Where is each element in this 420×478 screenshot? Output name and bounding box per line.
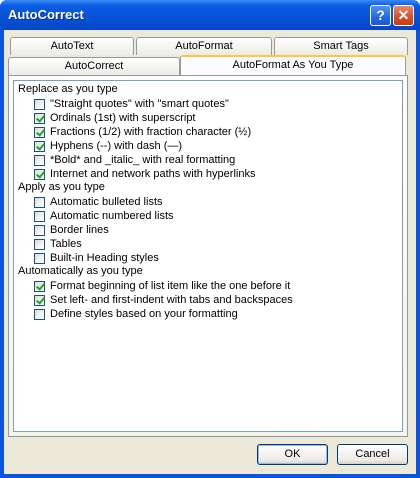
option-label: Define styles based on your formatting [50,308,238,320]
option-border-lines[interactable]: Border lines [34,223,109,237]
section-heading-automatically: Automatically as you type [18,265,143,277]
checkbox[interactable] [34,140,45,152]
ok-button[interactable]: OK [257,444,328,465]
option-define-styles[interactable]: Define styles based on your formatting [34,307,238,321]
title-bar[interactable]: AutoCorrect ? ✕ [0,0,420,30]
tab-label: AutoFormat As You Type [232,59,354,71]
checkbox[interactable] [34,168,45,180]
close-button[interactable]: ✕ [393,5,414,26]
option-label: Automatic bulleted lists [50,196,163,208]
autocorrect-dialog: AutoCorrect ? ✕ AutoText AutoFormat Smar… [0,0,420,478]
option-label: Internet and network paths with hyperlin… [50,168,256,180]
checkbox[interactable] [34,280,45,292]
option-bold-italic[interactable]: *Bold* and _italic_ with real formatting [34,153,235,167]
option-bulleted-lists[interactable]: Automatic bulleted lists [34,195,163,209]
option-label: Tables [50,238,82,250]
option-label: Format beginning of list item like the o… [50,280,291,292]
option-hyperlinks[interactable]: Internet and network paths with hyperlin… [34,167,255,181]
window-title: AutoCorrect [8,7,84,22]
tab-label: Smart Tags [313,40,369,52]
option-label: "Straight quotes" with "smart quotes" [50,98,229,110]
tab-autocorrect[interactable]: AutoCorrect [8,57,180,75]
checkbox[interactable] [34,154,45,166]
option-ordinals[interactable]: Ordinals (1st) with superscript [34,111,196,125]
close-icon: ✕ [397,7,410,23]
option-hyphens[interactable]: Hyphens (--) with dash (—) [34,139,182,153]
tab-panel: Replace as you type "Straight quotes" wi… [8,75,408,437]
checkbox[interactable] [34,252,45,264]
option-numbered-lists[interactable]: Automatic numbered lists [34,209,174,223]
option-label: Fractions (1/2) with fraction character … [50,126,252,138]
option-label: Border lines [50,224,109,236]
checkbox[interactable] [34,98,45,110]
checkbox[interactable] [34,126,45,138]
checkbox[interactable] [34,210,45,222]
option-smart-quotes[interactable]: "Straight quotes" with "smart quotes" [34,97,229,111]
help-icon: ? [376,7,385,23]
option-format-list-item[interactable]: Format beginning of list item like the o… [34,279,290,293]
option-set-indent[interactable]: Set left- and first-indent with tabs and… [34,293,293,307]
tab-autoformat-as-you-type[interactable]: AutoFormat As You Type [180,55,406,75]
section-heading-replace: Replace as you type [18,83,118,95]
option-label: *Bold* and _italic_ with real formatting [50,154,236,166]
checkbox[interactable] [34,196,45,208]
dialog-body: AutoText AutoFormat Smart Tags AutoCorre… [4,30,416,474]
option-fractions[interactable]: Fractions (1/2) with fraction character … [34,125,251,139]
checkbox[interactable] [34,308,45,320]
option-label: Automatic numbered lists [50,210,174,222]
tab-label: AutoFormat [175,40,233,52]
tab-label: AutoCorrect [64,60,124,72]
tab-autotext[interactable]: AutoText [10,37,134,55]
option-label: Built-in Heading styles [50,252,159,264]
checkbox[interactable] [34,238,45,250]
tab-autoformat[interactable]: AutoFormat [136,37,272,55]
option-label: Hyphens (--) with dash (—) [50,140,183,152]
option-tables[interactable]: Tables [34,237,82,251]
option-label: Set left- and first-indent with tabs and… [50,294,293,306]
checkbox[interactable] [34,224,45,236]
help-button[interactable]: ? [370,5,391,26]
option-label: Ordinals (1st) with superscript [50,112,196,124]
checkbox[interactable] [34,112,45,124]
cancel-button[interactable]: Cancel [337,444,408,465]
checkbox[interactable] [34,294,45,306]
tab-smart-tags[interactable]: Smart Tags [274,37,408,55]
option-heading-styles[interactable]: Built-in Heading styles [34,251,159,265]
options-box: Replace as you type "Straight quotes" wi… [13,80,403,432]
tab-label: AutoText [50,40,94,52]
section-heading-apply: Apply as you type [18,181,105,193]
